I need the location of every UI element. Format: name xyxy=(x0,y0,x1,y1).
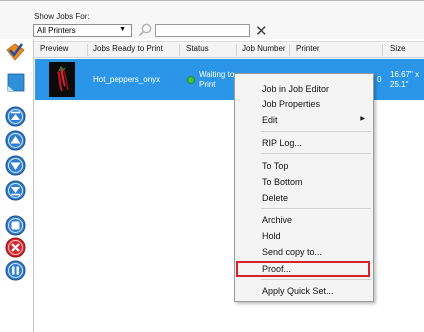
proof-highlight-box xyxy=(236,261,370,277)
move-down-icon[interactable] xyxy=(5,155,26,176)
edit-job-icon[interactable] xyxy=(5,72,26,93)
column-divider xyxy=(236,44,237,56)
menu-item-edit[interactable]: Edit xyxy=(262,115,278,125)
printer-filter-value: All Printers xyxy=(37,26,76,35)
pause-icon[interactable] xyxy=(5,260,26,281)
show-jobs-label: Show Jobs For: xyxy=(34,12,90,21)
checkmark-job-icon[interactable] xyxy=(5,41,26,62)
clear-search-icon[interactable]: ✕ xyxy=(255,22,268,40)
menu-item-to-bottom[interactable]: To Bottom xyxy=(262,177,303,187)
menu-item-delete[interactable]: Delete xyxy=(262,193,288,203)
move-bottom-icon[interactable] xyxy=(5,180,26,201)
move-top-icon[interactable] xyxy=(5,106,26,127)
job-name: Hot_peppers_onyx xyxy=(93,75,161,84)
chevron-down-icon: ▼ xyxy=(119,26,126,33)
printer-filter-dropdown[interactable]: All Printers ▼ xyxy=(33,24,132,37)
submenu-arrow-icon: ▶ xyxy=(360,116,365,122)
hold-icon[interactable] xyxy=(5,215,26,236)
column-divider xyxy=(289,44,290,56)
column-job-name[interactable]: Jobs Ready to Print xyxy=(93,44,163,53)
menu-item-job-properties[interactable]: Job Properties xyxy=(262,99,320,109)
job-size-line2: 25.1" xyxy=(390,80,409,89)
column-status[interactable]: Status xyxy=(186,44,209,53)
column-divider xyxy=(87,44,88,56)
table-header: Preview Jobs Ready to Print Status Job N… xyxy=(34,41,424,58)
job-preview-thumbnail xyxy=(49,62,75,97)
menu-separator xyxy=(261,131,371,132)
search-input[interactable] xyxy=(155,24,250,37)
menu-item-send-copy-to[interactable]: Send copy to... xyxy=(262,247,322,257)
search-icon[interactable] xyxy=(137,22,153,38)
job-status-line2: Print xyxy=(199,80,216,89)
menu-item-hold[interactable]: Hold xyxy=(262,231,281,241)
column-job-number[interactable]: Job Number xyxy=(242,44,286,53)
job-size-line1: 16.67" x xyxy=(390,70,420,79)
column-divider xyxy=(179,44,180,56)
menu-separator xyxy=(261,208,371,209)
menu-separator xyxy=(261,279,371,280)
menu-item-apply-quick-set[interactable]: Apply Quick Set... xyxy=(262,286,334,296)
menu-separator xyxy=(261,153,371,154)
status-ok-icon xyxy=(187,76,195,84)
job-filter-toolbar: Show Jobs For: All Printers ▼ ✕ xyxy=(0,1,424,40)
job-actions-sidebar xyxy=(0,39,31,332)
column-preview[interactable]: Preview xyxy=(40,44,68,53)
menu-item-job-in-job-editor[interactable]: Job in Job Editor xyxy=(262,84,329,94)
column-printer[interactable]: Printer xyxy=(296,44,320,53)
menu-item-to-top[interactable]: To Top xyxy=(262,161,288,171)
job-number: 0 xyxy=(377,75,382,84)
menu-item-rip-log[interactable]: RIP Log... xyxy=(262,138,302,148)
menu-item-archive[interactable]: Archive xyxy=(262,215,292,225)
job-status-line1: Waiting to xyxy=(199,70,235,79)
job-context-menu: Job in Job Editor Job Properties Edit ▶ … xyxy=(234,73,374,302)
column-size[interactable]: Size xyxy=(390,44,406,53)
delete-icon[interactable] xyxy=(5,237,26,258)
move-up-icon[interactable] xyxy=(5,130,26,151)
column-divider xyxy=(382,44,383,56)
